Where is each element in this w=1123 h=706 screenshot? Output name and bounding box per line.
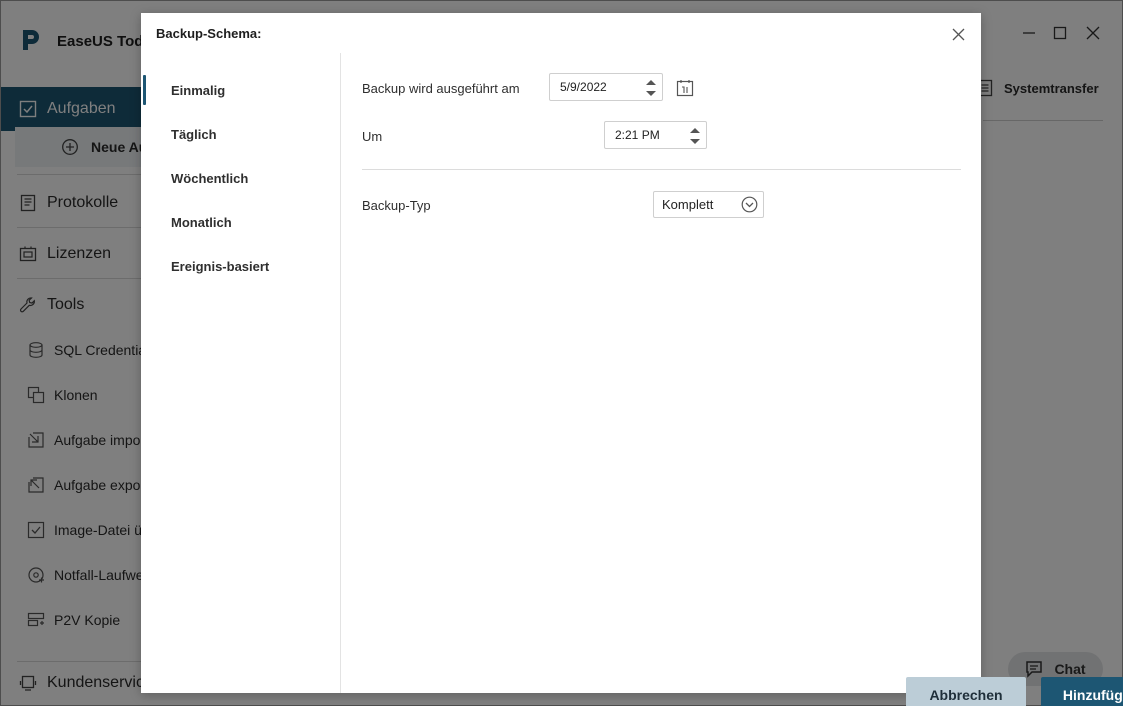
backup-type-select[interactable]: Komplett xyxy=(653,191,764,218)
date-value: 5/9/2022 xyxy=(560,80,607,94)
date-label: Backup wird ausgeführt am xyxy=(362,81,520,96)
section-divider xyxy=(362,169,961,170)
dialog-title: Backup-Schema: xyxy=(156,26,262,41)
nav-item-label: Ereignis-basiert xyxy=(171,258,270,274)
nav-item-weekly[interactable]: Wöchentlich xyxy=(141,161,340,195)
nav-item-event-based[interactable]: Ereignis-basiert xyxy=(141,249,340,283)
time-increment-icon[interactable] xyxy=(688,124,702,134)
backup-schedule-dialog: Backup-Schema: Einmalig Täglich Wöchentl… xyxy=(141,13,1123,706)
nav-item-label: Einmalig xyxy=(171,82,226,98)
time-value: 2:21 PM xyxy=(615,128,660,142)
nav-item-monthly[interactable]: Monatlich xyxy=(141,205,340,239)
nav-item-daily[interactable]: Täglich xyxy=(141,117,340,151)
time-decrement-icon[interactable] xyxy=(688,136,702,146)
date-increment-icon[interactable] xyxy=(644,76,658,86)
schedule-type-nav: Einmalig Täglich Wöchentlich Monatlich E… xyxy=(141,53,341,693)
nav-item-label: Täglich xyxy=(171,126,217,142)
nav-item-once[interactable]: Einmalig xyxy=(141,73,340,107)
calendar-icon[interactable] xyxy=(676,79,694,97)
dialog-close-icon[interactable] xyxy=(949,25,967,43)
backup-type-label: Backup-Typ xyxy=(362,198,431,213)
nav-item-label: Wöchentlich xyxy=(171,170,249,186)
cancel-button[interactable]: Abbrechen xyxy=(906,677,1026,706)
backup-type-value: Komplett xyxy=(662,197,714,212)
add-button[interactable]: Hinzufügen xyxy=(1041,677,1123,706)
time-label: Um xyxy=(362,129,383,144)
add-button-label: Hinzufügen xyxy=(1062,687,1123,703)
cancel-button-label: Abbrechen xyxy=(929,687,1003,703)
nav-item-label: Monatlich xyxy=(171,214,232,230)
date-decrement-icon[interactable] xyxy=(644,88,658,98)
chevron-down-icon xyxy=(741,196,758,213)
time-picker[interactable]: 2:21 PM xyxy=(604,121,707,149)
schedule-settings-panel: Backup wird ausgeführt am 5/9/2022 Um 2:… xyxy=(341,53,1123,706)
date-picker[interactable]: 5/9/2022 xyxy=(549,73,663,101)
